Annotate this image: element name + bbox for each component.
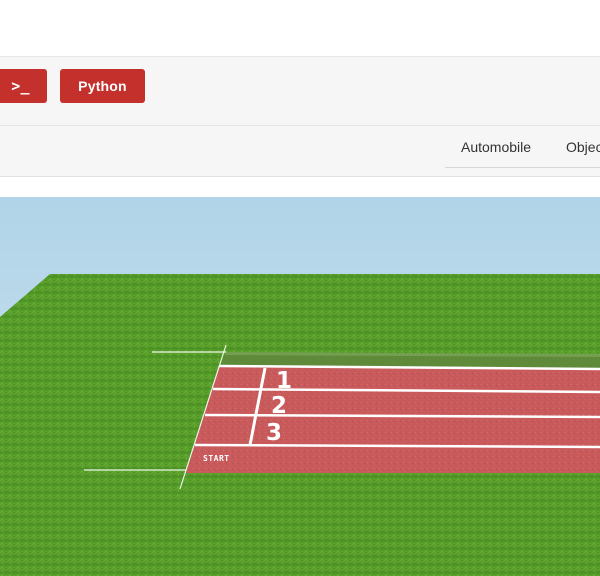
lane-number-1: 1 bbox=[276, 368, 292, 394]
toolbar: >_ Python bbox=[0, 57, 600, 126]
tab-automobile[interactable]: Automobile bbox=[461, 139, 531, 155]
running-track bbox=[186, 366, 600, 473]
terminal-icon: >_ bbox=[11, 77, 30, 95]
tab-objects[interactable]: Objects bbox=[566, 139, 600, 155]
viewport-top-margin bbox=[0, 177, 600, 197]
lane-number-3: 3 bbox=[266, 420, 282, 446]
top-bar bbox=[0, 0, 600, 57]
lane-number-2: 2 bbox=[271, 393, 287, 419]
tab-divider bbox=[445, 167, 600, 168]
scene-canvas: 1 2 3 START bbox=[0, 197, 600, 576]
start-label: START bbox=[203, 454, 230, 463]
tab-bar: Automobile Objects bbox=[0, 126, 600, 177]
python-button[interactable]: Python bbox=[60, 69, 145, 103]
terminal-button[interactable]: >_ bbox=[0, 69, 47, 103]
3d-viewport[interactable]: 1 2 3 START bbox=[0, 197, 600, 576]
